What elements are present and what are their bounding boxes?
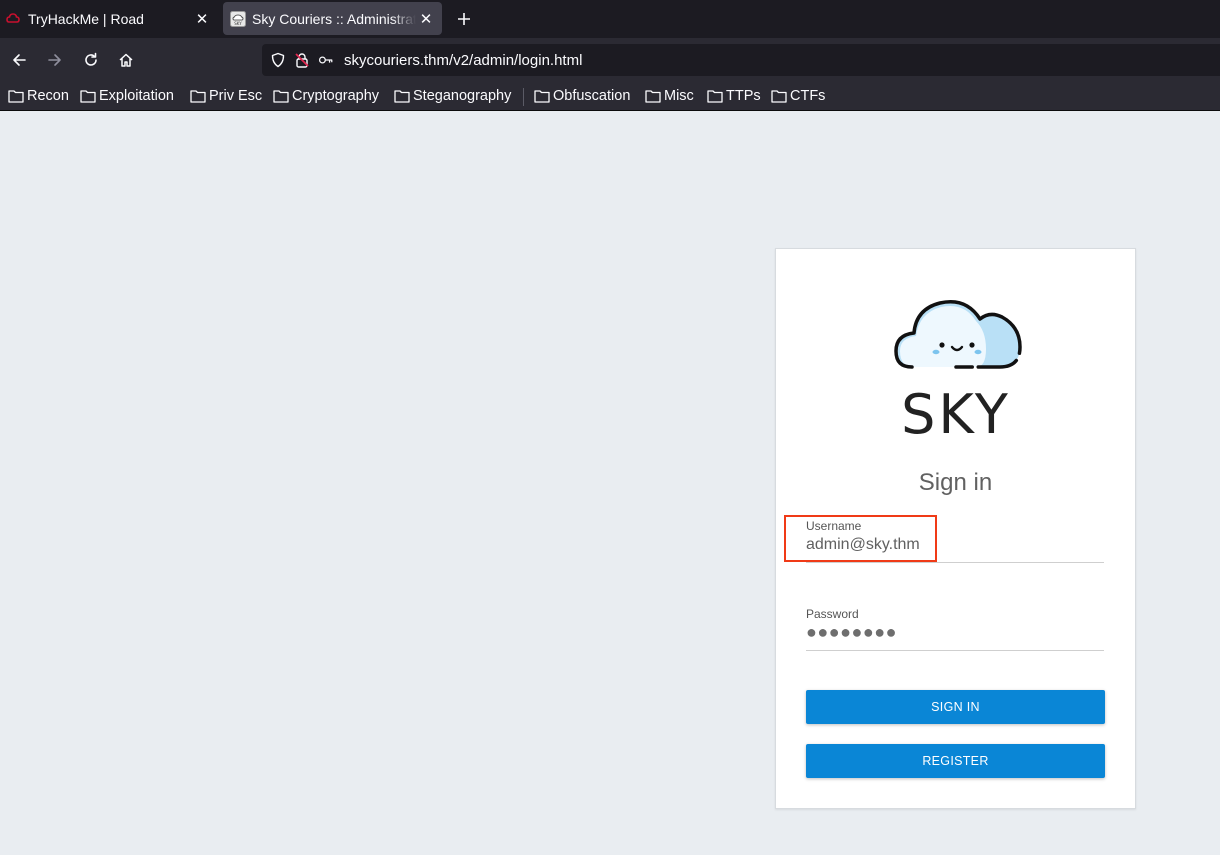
forward-arrow-icon[interactable] (42, 47, 68, 73)
close-tab-icon[interactable]: ✕ (192, 9, 212, 29)
folder-icon (273, 90, 289, 103)
password-input[interactable]: ●●●●●●●● (806, 622, 1104, 643)
tab-title: Sky Couriers :: Administrator (252, 10, 416, 27)
bookmark-label: TTPs (726, 88, 761, 104)
folder-icon (645, 90, 661, 103)
tab-bar: TryHackMe | Road ✕ SKY Sky Couriers :: A… (0, 0, 1220, 38)
sky-favicon-icon: SKY (230, 10, 246, 27)
bookmark-ctfs[interactable]: CTFs (771, 86, 825, 106)
folder-icon (8, 90, 24, 103)
bookmark-recon[interactable]: Recon (8, 86, 69, 106)
url-text: skycouriers.thm/v2/admin/login.html (344, 51, 583, 69)
new-tab-plus-icon[interactable] (452, 7, 476, 31)
back-arrow-icon[interactable] (6, 47, 32, 73)
home-icon[interactable] (113, 47, 139, 73)
folder-icon (707, 90, 723, 103)
username-field[interactable]: Username (806, 517, 1104, 563)
sky-logo: SKY (894, 300, 1022, 443)
folder-icon (80, 90, 96, 103)
bookmark-label: Cryptography (292, 88, 380, 104)
logo-text: SKY (901, 383, 1011, 443)
navigation-toolbar: skycouriers.thm/v2/admin/login.html (0, 38, 1220, 82)
bookmark-label: CTFs (790, 88, 826, 104)
folder-icon (394, 90, 410, 103)
tab-title: TryHackMe | Road (28, 11, 144, 27)
bookmark-steganography[interactable]: Steganography (394, 86, 511, 106)
sign-in-button[interactable]: SIGN IN (806, 690, 1105, 724)
reload-icon[interactable] (78, 47, 104, 73)
bookmark-label: Recon (27, 88, 69, 104)
username-label: Username (806, 519, 862, 533)
folder-icon (190, 90, 206, 103)
bookmark-ttps[interactable]: TTPs (707, 86, 761, 106)
bookmark-label: Priv Esc (209, 88, 263, 104)
close-tab-icon[interactable]: ✕ (416, 9, 436, 29)
bookmark-misc[interactable]: Misc (645, 86, 694, 106)
bookmark-label: Obfuscation (553, 88, 631, 104)
key-icon[interactable] (318, 52, 334, 68)
bookmark-label: Misc (664, 88, 694, 104)
register-button[interactable]: REGISTER (806, 744, 1105, 778)
bookmark-exploitation[interactable]: Exploitation (80, 86, 174, 106)
tab-tryhackme[interactable]: TryHackMe | Road ✕ (0, 0, 218, 38)
tab-sky-couriers[interactable]: SKY Sky Couriers :: Administrator ✕ (223, 2, 442, 35)
password-label: Password (806, 607, 859, 621)
url-bar[interactable]: skycouriers.thm/v2/admin/login.html (262, 44, 1220, 76)
bookmarks-toolbar: Recon Exploitation Priv Esc Cryptography… (0, 82, 1220, 111)
bookmark-separator (523, 88, 524, 106)
insecure-lock-icon[interactable] (294, 52, 310, 68)
bookmark-label: Steganography (413, 88, 512, 104)
folder-icon (771, 90, 787, 103)
folder-icon (534, 90, 550, 103)
bookmark-obfuscation[interactable]: Obfuscation (534, 86, 630, 106)
login-card: SKY Sign in Username Password ●●●●●●●● S… (775, 248, 1136, 809)
bookmark-priv-esc[interactable]: Priv Esc (190, 86, 262, 106)
password-field[interactable]: Password ●●●●●●●● (806, 605, 1104, 651)
tryhackme-favicon-icon (6, 11, 22, 27)
svg-text:SKY: SKY (234, 21, 242, 26)
shield-icon[interactable] (270, 52, 286, 68)
bookmark-cryptography[interactable]: Cryptography (273, 86, 379, 106)
bookmark-label: Exploitation (99, 88, 174, 104)
cloud-icon (894, 300, 1022, 369)
username-input[interactable] (806, 536, 1104, 554)
sign-in-title: Sign in (918, 469, 993, 496)
